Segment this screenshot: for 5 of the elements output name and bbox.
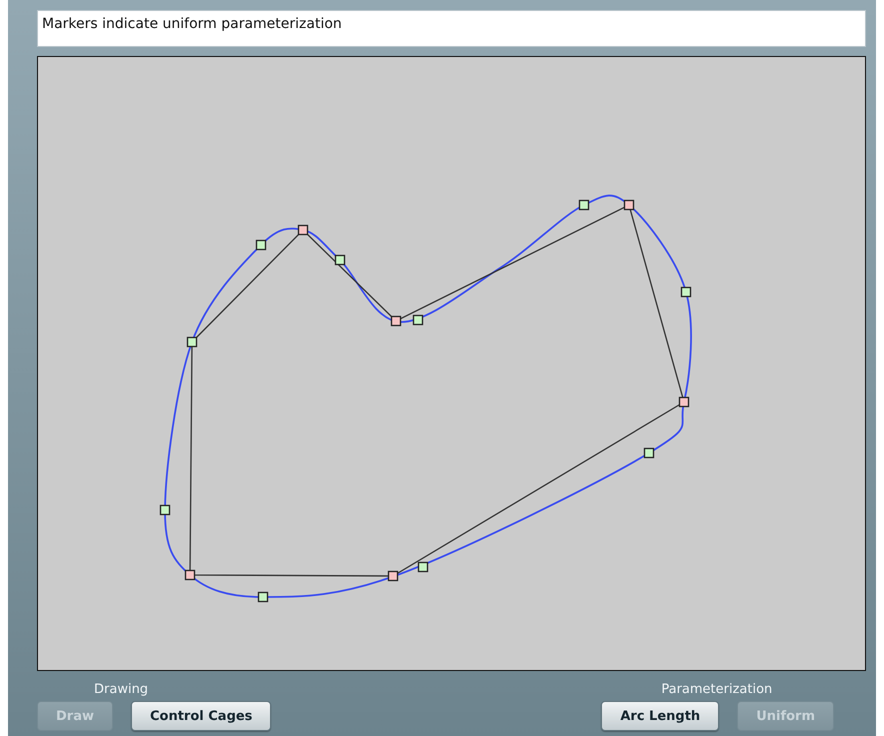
- message-field: Markers indicate uniform parameterization: [37, 10, 866, 47]
- group-label: Drawing: [94, 681, 148, 699]
- toolbar-button[interactable]: Control Cages: [130, 701, 272, 731]
- toolbar-button[interactable]: Arc Length: [601, 701, 720, 731]
- group-label: Parameterization: [661, 681, 772, 699]
